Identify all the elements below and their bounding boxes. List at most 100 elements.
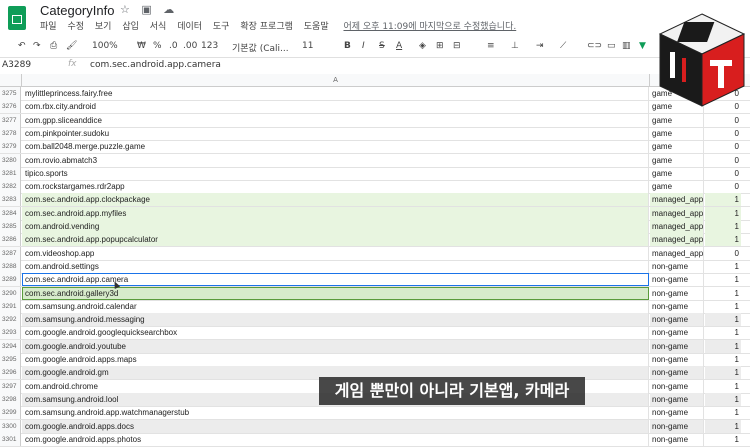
font-size-select[interactable]: 11 bbox=[302, 41, 313, 51]
menu-tools[interactable]: 도구 bbox=[213, 22, 230, 32]
menu-file[interactable]: 파일 bbox=[40, 22, 57, 32]
row-number[interactable]: 3299 bbox=[0, 406, 21, 420]
cell-flag[interactable]: 1 bbox=[705, 206, 741, 220]
percent-button[interactable]: % bbox=[153, 41, 162, 51]
row-number[interactable]: 3290 bbox=[0, 286, 21, 300]
row-number[interactable]: 3277 bbox=[0, 113, 21, 127]
last-edit-link[interactable]: 어제 오후 11:09에 마지막으로 수정했습니다. bbox=[343, 22, 516, 32]
row-number[interactable]: 3287 bbox=[0, 246, 21, 260]
row-number[interactable]: 3301 bbox=[0, 432, 21, 446]
row-number[interactable]: 3278 bbox=[0, 126, 21, 140]
text-rotation-icon[interactable]: ⟋ bbox=[560, 41, 566, 51]
cell-category[interactable]: non-game bbox=[650, 326, 704, 340]
cell-package-name[interactable]: com.google.android.youtube bbox=[22, 339, 649, 353]
cell-flag[interactable]: 0 bbox=[705, 167, 741, 180]
borders-icon[interactable]: ⊞ bbox=[436, 41, 444, 51]
cell-package-name[interactable]: com.rovio.abmatch3 bbox=[22, 153, 649, 167]
row-number[interactable]: 3289 bbox=[0, 273, 21, 287]
menu-view[interactable]: 보기 bbox=[95, 22, 112, 32]
row-number[interactable]: 3286 bbox=[0, 233, 21, 247]
insert-comment-icon[interactable]: ▭ bbox=[607, 41, 616, 51]
row-number[interactable]: 3275 bbox=[0, 87, 21, 100]
select-all-corner[interactable] bbox=[0, 74, 22, 86]
cell-category[interactable]: non-game bbox=[650, 259, 704, 273]
row-number[interactable]: 3300 bbox=[0, 419, 21, 433]
cell-category[interactable]: game bbox=[650, 180, 704, 194]
menu-format[interactable]: 서식 bbox=[150, 22, 167, 32]
cell-flag[interactable]: 1 bbox=[705, 353, 741, 366]
strikethrough-button[interactable]: S bbox=[379, 41, 385, 51]
cell-flag[interactable]: 1 bbox=[705, 366, 741, 380]
italic-button[interactable]: I bbox=[362, 41, 365, 51]
cell-flag[interactable]: 1 bbox=[705, 419, 741, 433]
cell-category[interactable]: game bbox=[650, 126, 704, 140]
cell-package-name[interactable]: com.sec.android.gallery3d bbox=[22, 286, 649, 300]
cell-flag[interactable]: 0 bbox=[705, 114, 741, 127]
fill-color-icon[interactable]: ◈ bbox=[419, 41, 426, 51]
cell-category[interactable]: non-game bbox=[650, 339, 704, 353]
row-number[interactable]: 3298 bbox=[0, 392, 21, 406]
cell-package-name[interactable]: com.google.android.apps.photos bbox=[22, 432, 649, 446]
cell-category[interactable]: non-game bbox=[650, 379, 704, 393]
insert-chart-icon[interactable]: ▥ bbox=[622, 41, 631, 51]
redo-icon[interactable]: ↷ bbox=[33, 41, 41, 51]
cell-category[interactable]: game bbox=[650, 113, 704, 127]
cell-category[interactable]: non-game bbox=[650, 313, 704, 327]
cell-package-name[interactable]: com.rockstargames.rdr2app bbox=[22, 180, 649, 194]
cell-category[interactable]: non-game bbox=[650, 273, 704, 287]
print-icon[interactable]: ⎙ bbox=[50, 41, 57, 51]
cell-package-name[interactable]: com.sec.android.app.myfiles bbox=[22, 206, 649, 220]
cell-category[interactable]: non-game bbox=[650, 392, 704, 406]
cell-package-name[interactable]: com.google.android.apps.docs bbox=[22, 419, 649, 433]
cell-package-name[interactable]: com.samsung.android.app.watchmanagerstub bbox=[22, 406, 649, 420]
cell-category[interactable]: managed_app bbox=[650, 233, 704, 247]
cell-package-name[interactable]: com.android.vending bbox=[22, 220, 649, 233]
menu-help[interactable]: 도움말 bbox=[304, 22, 329, 32]
row-number[interactable]: 3283 bbox=[0, 193, 21, 207]
cell-flag[interactable]: 1 bbox=[705, 287, 741, 300]
cell-flag[interactable]: 1 bbox=[705, 193, 741, 207]
decrease-decimal-button[interactable]: .0 bbox=[169, 41, 178, 51]
row-number[interactable]: 3291 bbox=[0, 299, 21, 313]
cell-category[interactable]: game bbox=[650, 166, 704, 180]
cell-flag[interactable]: 0 bbox=[705, 140, 741, 153]
cell-flag[interactable]: 0 bbox=[705, 180, 741, 193]
cell-category[interactable]: game bbox=[650, 153, 704, 167]
cell-package-name[interactable]: com.google.android.apps.maps bbox=[22, 353, 649, 366]
cell-package-name[interactable]: com.ball2048.merge.puzzle.game bbox=[22, 140, 649, 154]
cell-flag[interactable]: 1 bbox=[705, 313, 741, 327]
undo-icon[interactable]: ↶ bbox=[18, 41, 26, 51]
formula-input[interactable]: com.sec.android.app.camera bbox=[90, 60, 221, 70]
cell-flag[interactable]: 0 bbox=[705, 154, 741, 167]
horizontal-align-icon[interactable]: ≡ bbox=[487, 41, 495, 51]
cell-flag[interactable]: 1 bbox=[705, 233, 741, 247]
cell-flag[interactable]: 1 bbox=[705, 406, 741, 419]
insert-link-icon[interactable]: ⊂⊃ bbox=[587, 41, 602, 51]
cell-flag[interactable]: 0 bbox=[705, 127, 741, 140]
row-number[interactable]: 3296 bbox=[0, 366, 21, 380]
text-wrap-icon[interactable]: ⇥ bbox=[536, 41, 544, 51]
cell-flag[interactable]: 1 bbox=[705, 433, 741, 446]
cell-category[interactable]: managed_app bbox=[650, 246, 704, 260]
document-title[interactable]: CategoryInfo bbox=[40, 3, 114, 18]
cell-flag[interactable]: 1 bbox=[705, 392, 741, 406]
row-number[interactable]: 3293 bbox=[0, 326, 21, 340]
cell-package-name[interactable]: com.android.settings bbox=[22, 259, 649, 273]
more-formats-button[interactable]: 123 bbox=[201, 41, 218, 51]
row-number[interactable]: 3280 bbox=[0, 153, 21, 167]
cell-category[interactable]: non-game bbox=[650, 286, 704, 300]
paint-format-icon[interactable]: 🖌 bbox=[66, 41, 77, 51]
row-number[interactable]: 3285 bbox=[0, 220, 21, 233]
merge-cells-icon[interactable]: ⊟ bbox=[453, 41, 461, 51]
cell-category[interactable]: managed_app bbox=[650, 193, 704, 207]
move-folder-icon[interactable]: ▣ bbox=[141, 3, 151, 16]
sheets-logo-icon[interactable] bbox=[8, 6, 26, 30]
currency-button[interactable]: ₩ bbox=[137, 41, 146, 51]
row-number[interactable]: 3276 bbox=[0, 100, 21, 114]
increase-decimal-button[interactable]: .00 bbox=[183, 41, 197, 51]
row-number[interactable]: 3297 bbox=[0, 379, 21, 393]
cell-flag[interactable]: 1 bbox=[705, 260, 741, 273]
cell-category[interactable]: non-game bbox=[650, 419, 704, 433]
cell-category[interactable]: game bbox=[650, 140, 704, 154]
cell-category[interactable]: non-game bbox=[650, 406, 704, 420]
